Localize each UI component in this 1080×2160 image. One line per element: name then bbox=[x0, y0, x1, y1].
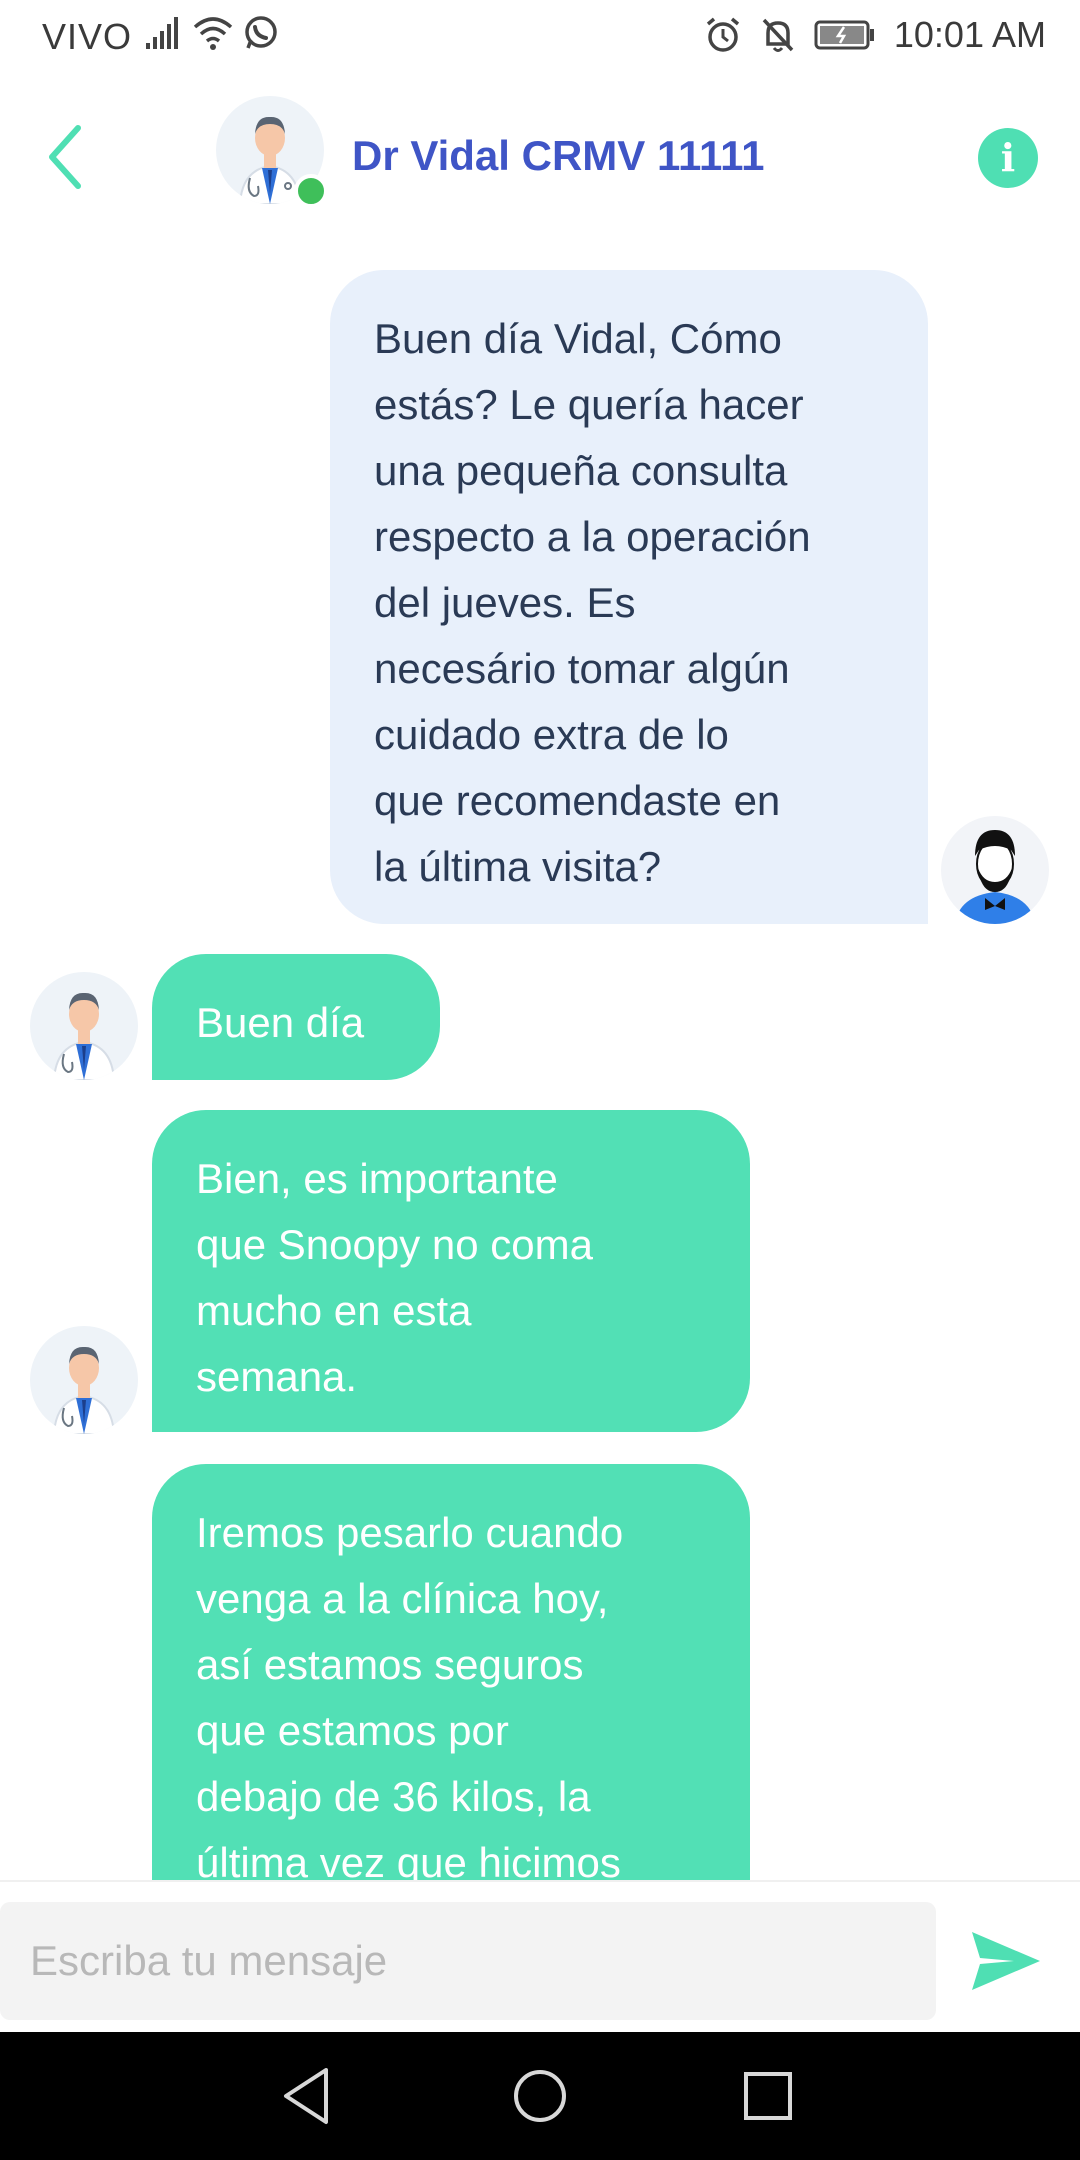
signal-icon bbox=[146, 17, 178, 49]
message-line: Buen día bbox=[196, 999, 365, 1046]
nav-recents-button[interactable] bbox=[736, 2064, 800, 2128]
battery-icon bbox=[814, 20, 874, 50]
chat-title[interactable]: Dr Vidal CRMV 11111 bbox=[352, 132, 764, 180]
composer-bar bbox=[0, 1880, 1080, 2032]
message-line: así estamos seguros bbox=[196, 1641, 584, 1688]
send-button[interactable] bbox=[970, 1930, 1042, 1992]
mute-bell-icon bbox=[762, 18, 794, 52]
carrier-label: VIVO bbox=[42, 16, 133, 57]
alarm-icon bbox=[706, 17, 740, 52]
message-line: que recomendaste en bbox=[374, 777, 781, 824]
circle-home-icon bbox=[514, 2070, 566, 2122]
message-line: Iremos pesarlo cuando bbox=[196, 1509, 624, 1556]
message-line: mucho en esta bbox=[196, 1287, 472, 1334]
message-line: cuidado extra de lo bbox=[374, 711, 729, 758]
doctor-avatar[interactable] bbox=[30, 1326, 138, 1434]
nav-home-button[interactable] bbox=[508, 2064, 572, 2128]
message-line: estás? Le quería hacer bbox=[374, 381, 804, 428]
square-recents-icon bbox=[744, 2072, 792, 2120]
send-icon bbox=[972, 1932, 1040, 1990]
message-line: que Snoopy no coma bbox=[196, 1221, 593, 1268]
message-line: del jueves. Es bbox=[374, 579, 636, 626]
message-line: semana. bbox=[196, 1353, 358, 1400]
message-input[interactable] bbox=[0, 1902, 936, 2020]
status-time: 10:01 AM bbox=[893, 14, 1046, 55]
doctor-icon bbox=[52, 1346, 116, 1434]
whatsapp-icon bbox=[245, 16, 277, 49]
system-nav-bar bbox=[0, 2032, 1080, 2160]
message-line: respecto a la operación bbox=[374, 513, 811, 560]
online-status-dot bbox=[294, 174, 328, 208]
status-bar: VIVO 10:01 AM bbox=[0, 0, 1080, 72]
message-outgoing[interactable]: Buen día Vidal, Cómo estás? Le quería ha… bbox=[330, 270, 928, 924]
message-line: necesário tomar algún bbox=[374, 645, 790, 692]
message-incoming[interactable]: Buen día bbox=[152, 954, 440, 1080]
triangle-back-icon bbox=[284, 2068, 328, 2124]
chat-header: Dr Vidal CRMV 11111 i bbox=[0, 80, 1080, 230]
message-line: una pequeña consulta bbox=[374, 447, 788, 494]
user-avatar[interactable] bbox=[941, 816, 1049, 924]
nav-back-button[interactable] bbox=[276, 2064, 340, 2128]
user-icon bbox=[955, 830, 1035, 924]
chevron-left-icon bbox=[49, 125, 81, 189]
info-icon: i bbox=[1000, 135, 1016, 180]
info-button[interactable]: i bbox=[978, 128, 1038, 188]
message-line: la última visita? bbox=[374, 843, 662, 890]
doctor-avatar[interactable] bbox=[30, 972, 138, 1080]
back-button[interactable] bbox=[40, 120, 100, 195]
doctor-icon bbox=[52, 992, 116, 1080]
message-line: que estamos por bbox=[196, 1707, 509, 1754]
chat-screen: VIVO 10:01 AM Dr Vidal CRMV 11111 i Buen… bbox=[0, 0, 1080, 2160]
message-line: venga a la clínica hoy, bbox=[196, 1575, 609, 1622]
wifi-icon bbox=[193, 17, 233, 50]
message-line: Buen día Vidal, Cómo bbox=[374, 315, 782, 362]
message-line: Bien, es importante bbox=[196, 1155, 558, 1202]
message-line: debajo de 36 kilos, la bbox=[196, 1773, 591, 1820]
message-incoming[interactable]: Bien, es importante que Snoopy no coma m… bbox=[152, 1110, 750, 1432]
